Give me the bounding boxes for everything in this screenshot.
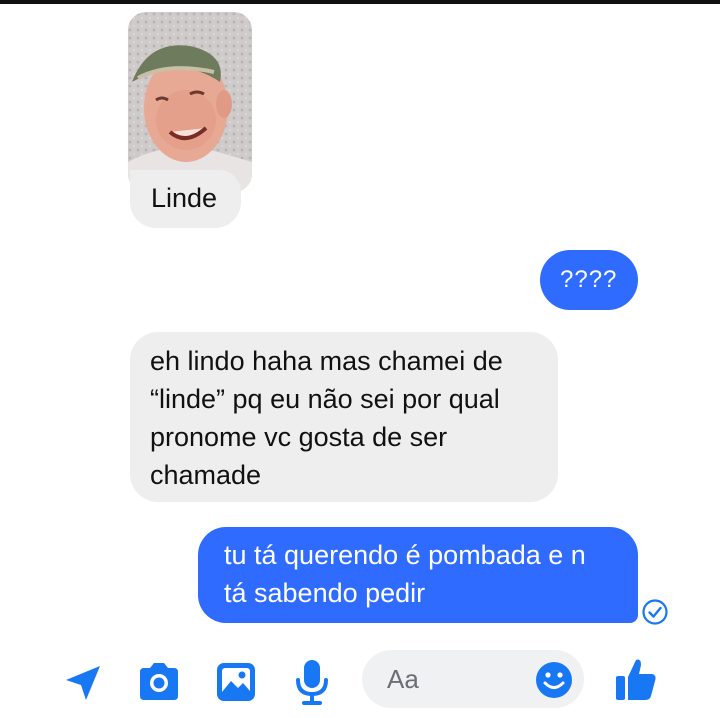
message-line: tá sabendo pedir bbox=[224, 578, 426, 608]
message-line: chamade bbox=[150, 460, 262, 490]
message-line: “linde” pq eu não sei por qual bbox=[150, 384, 500, 414]
message-bubble-received[interactable]: Linde bbox=[130, 170, 241, 228]
microphone-icon[interactable] bbox=[292, 658, 332, 706]
camera-icon[interactable] bbox=[136, 662, 182, 702]
message-line: tu tá querendo é pombada e n bbox=[224, 540, 586, 570]
received-photo[interactable] bbox=[128, 12, 252, 192]
sent-check-icon bbox=[642, 599, 668, 625]
message-line: pronome vc gosta de ser bbox=[150, 422, 448, 452]
compose-toolbar bbox=[0, 640, 720, 718]
message-bubble-sent[interactable]: ???? bbox=[540, 250, 638, 310]
location-icon[interactable] bbox=[62, 662, 104, 704]
message-text: ???? bbox=[560, 266, 618, 293]
message-bubble-received[interactable]: eh lindo haha mas chamei de “linde” pq e… bbox=[130, 332, 558, 502]
message-bubble-sent[interactable]: tu tá querendo é pombada e n tá sabendo … bbox=[198, 527, 638, 623]
emoji-icon[interactable] bbox=[534, 660, 574, 700]
message-text: Linde bbox=[151, 183, 218, 213]
gallery-icon[interactable] bbox=[214, 660, 258, 704]
message-input-placeholder: Aa bbox=[387, 664, 419, 694]
top-edge-line bbox=[0, 0, 720, 4]
like-icon[interactable] bbox=[614, 656, 658, 702]
selfie-image bbox=[128, 12, 252, 192]
message-line: eh lindo haha mas chamei de bbox=[150, 346, 503, 376]
